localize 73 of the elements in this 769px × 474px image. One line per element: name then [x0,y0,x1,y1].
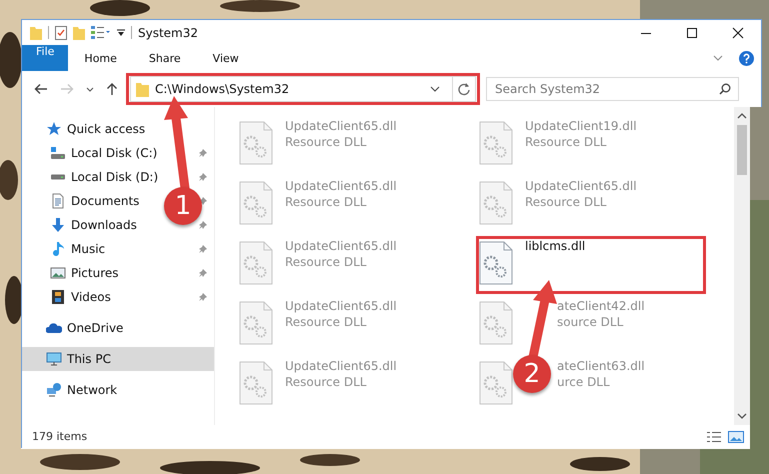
sidebar-item[interactable]: This PC [67,352,111,366]
dropdown-icon[interactable] [430,86,440,92]
videos-icon [50,289,66,305]
large-icons-view-icon[interactable] [728,430,744,442]
download-icon [50,217,66,233]
file-type: Resource DLL [525,135,608,149]
sidebar-item[interactable]: Documents [71,194,140,208]
forward-icon[interactable] [60,83,74,95]
view-icon[interactable] [91,26,111,39]
document-icon [50,193,66,209]
pc-icon [46,351,62,367]
pin-icon[interactable] [198,292,208,302]
windrive-icon [50,145,66,161]
folder-icon [136,82,149,96]
back-icon[interactable] [34,83,48,95]
file-type: Resource DLL [285,375,368,389]
window-title: System32 [138,26,198,40]
details-view-icon[interactable] [706,430,722,442]
ribbon-tab[interactable]: View [196,45,255,71]
dll-file-icon[interactable] [239,301,273,345]
expand-icon[interactable] [713,55,723,61]
pictures-icon [50,265,66,281]
file-type: Resource DLL [285,315,368,329]
ribbon-tab[interactable]: Share [132,45,197,71]
search-icon[interactable] [719,83,731,95]
drive-icon [50,173,66,181]
file-type: Resource DLL [285,255,368,269]
item-count: 179 items [32,430,88,443]
file-type: urce DLL [557,375,611,389]
sidebar-item[interactable]: Quick access [67,122,146,136]
file-type: Resource DLL [525,195,608,209]
music-icon [50,241,66,257]
scrollbar-thumb[interactable] [737,125,747,175]
star-icon [46,121,62,137]
scroll-down-icon[interactable] [737,413,747,419]
sidebar-item[interactable]: OneDrive [67,321,124,335]
sidebar-item[interactable]: Network [67,383,118,397]
ribbon-tab[interactable]: Home [68,45,133,71]
pin-icon[interactable] [198,268,208,278]
help-icon[interactable] [739,50,754,66]
sidebar-item[interactable]: Local Disk (C:) [71,146,158,160]
dll-file-icon[interactable] [479,241,513,285]
dll-file-icon[interactable] [479,301,513,345]
folder-icon[interactable] [73,26,85,40]
scroll-up-icon[interactable] [737,113,747,119]
sidebar-item[interactable]: Pictures [71,266,119,280]
file-type: Resource DLL [285,195,368,209]
pin-icon[interactable] [198,244,208,254]
dll-file-icon[interactable] [239,181,273,225]
file-type: Resource DLL [285,135,368,149]
dll-file-icon[interactable] [479,361,513,405]
dll-file-icon[interactable] [479,181,513,225]
dll-file-icon[interactable] [239,121,273,165]
up-icon[interactable] [106,82,118,96]
dll-file-icon[interactable] [239,241,273,285]
scrollbar[interactable] [734,107,750,425]
recent-icon[interactable] [86,86,94,92]
pin-icon[interactable] [198,148,208,158]
dropdown-icon[interactable] [117,28,125,36]
sidebar-item[interactable]: Music [71,242,106,256]
dll-file-icon[interactable] [239,361,273,405]
file-type: source DLL [557,315,624,329]
network-icon [46,382,62,398]
folder-icon[interactable] [30,26,42,40]
search-field[interactable]: Search System32 [486,77,739,101]
properties-icon[interactable] [55,26,67,40]
sidebar-item[interactable]: Local Disk (D:) [71,170,158,184]
sidebar-item[interactable]: Downloads [71,218,137,232]
dll-file-icon[interactable] [479,121,513,165]
pin-icon[interactable] [198,220,208,230]
file-name[interactable]: liblcms.dll [525,239,586,253]
sidebar-item[interactable]: Videos [71,290,111,304]
pin-icon[interactable] [198,172,208,182]
